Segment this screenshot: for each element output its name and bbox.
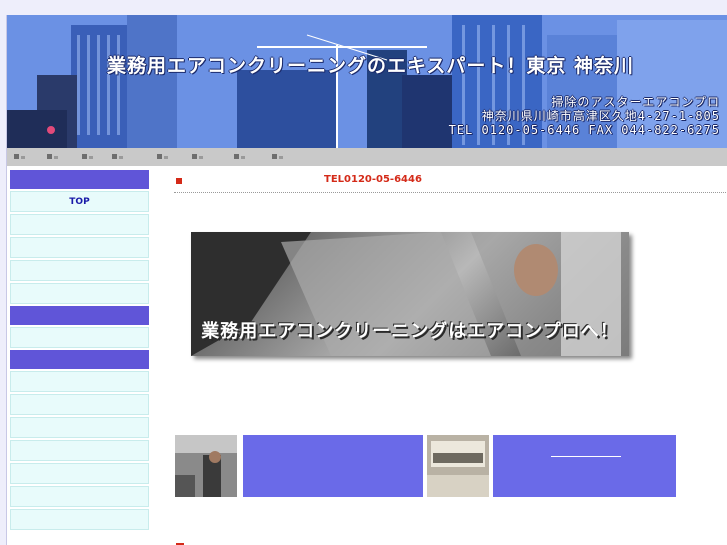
sidebar-item[interactable]: [10, 509, 149, 530]
sidebar-item[interactable]: [10, 237, 149, 258]
company-address: 神奈川県川崎市高津区久地4-27-1-805: [481, 109, 720, 123]
site-title: 業務用エアコンクリーニングのエキスパート！東京 神奈川: [107, 55, 635, 77]
company-name: 掃除のアスターエアコンプロ: [551, 95, 720, 109]
sidebar-heading-2: [10, 306, 149, 325]
thumb-photo-2[interactable]: [427, 435, 489, 497]
sidebar-item[interactable]: [10, 486, 149, 507]
dotted-divider: [174, 192, 727, 193]
sidebar-item[interactable]: [10, 371, 149, 392]
thumb-photo-1[interactable]: [175, 435, 237, 497]
divider-line: [551, 456, 621, 457]
thumb-link-box-2[interactable]: [493, 435, 676, 497]
sidebar-item[interactable]: [10, 440, 149, 461]
nav-link-8[interactable]: [272, 154, 283, 159]
nav-link-4[interactable]: [112, 154, 123, 159]
sidebar-item[interactable]: [10, 463, 149, 484]
header-banner: 業務用エアコンクリーニングのエキスパート！東京 神奈川 掃除のアスターエアコンプ…: [7, 15, 727, 148]
sidebar-item[interactable]: [10, 283, 149, 304]
hero-image: 業務用エアコンクリーニングはエアコンプロへ！: [191, 232, 629, 356]
company-contact: TEL 0120-05-6446 FAX 044-822-6275: [448, 123, 720, 137]
company-info: 掃除のアスターエアコンプロ 神奈川県川崎市高津区久地4-27-1-805 TEL…: [449, 95, 720, 137]
hero-caption: 業務用エアコンクリーニングはエアコンプロへ！: [201, 321, 619, 342]
sidebar-item[interactable]: [10, 214, 149, 235]
sidebar-item[interactable]: [10, 327, 149, 348]
nav-link-1[interactable]: [14, 154, 25, 159]
bullet-icon: [176, 178, 182, 184]
sidebar-item[interactable]: [10, 260, 149, 281]
sidebar-menu: TOP: [10, 170, 149, 532]
sidebar-item[interactable]: [10, 394, 149, 415]
sidebar-heading-3: [10, 350, 149, 369]
sidebar-item[interactable]: [10, 417, 149, 438]
nav-link-2[interactable]: [47, 154, 58, 159]
nav-strip: [7, 148, 727, 166]
sidebar-item-top[interactable]: TOP: [10, 191, 149, 212]
tel-heading: TEL0120-05-6446: [174, 173, 727, 193]
nav-link-7[interactable]: [234, 154, 245, 159]
tel-number: TEL0120-05-6446: [324, 174, 422, 185]
thumb-link-box-1[interactable]: [243, 435, 423, 497]
sidebar-heading-1: [10, 170, 149, 189]
nav-link-6[interactable]: [192, 154, 203, 159]
nav-link-3[interactable]: [82, 154, 93, 159]
page-container: 業務用エアコンクリーニングのエキスパート！東京 神奈川 掃除のアスターエアコンプ…: [6, 15, 727, 545]
nav-link-5[interactable]: [157, 154, 168, 159]
